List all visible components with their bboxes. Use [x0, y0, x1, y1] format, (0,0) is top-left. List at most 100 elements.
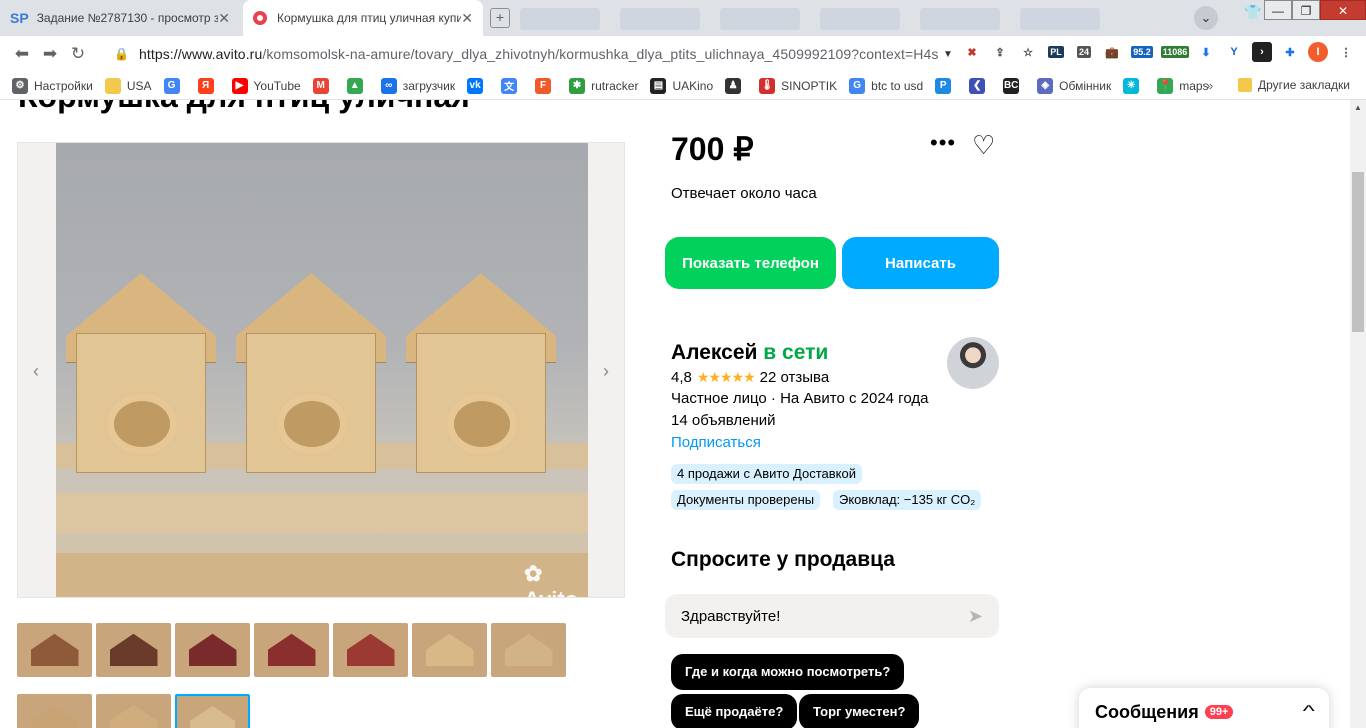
page-scrollbar[interactable]: ▲ — [1350, 100, 1366, 728]
photo-thumbnail[interactable] — [175, 623, 250, 677]
write-message-button[interactable]: Написать — [842, 237, 999, 289]
translate-icon: 文 — [501, 77, 518, 94]
tab-task[interactable]: SP Задание №2787130 - просмотр з ✕ — [0, 0, 240, 36]
messages-widget[interactable]: Сообщения 99+ ^ — [1079, 688, 1329, 728]
extension-24-icon[interactable]: 24 — [1074, 42, 1094, 62]
bookmark-item[interactable]: ▤ UAKino — [650, 77, 713, 94]
quick-question-chip[interactable]: Ещё продаёте? — [671, 694, 798, 728]
bookmark-item[interactable]: ❮ — [969, 77, 991, 94]
more-options-icon[interactable]: ••• — [930, 130, 956, 156]
share-icon[interactable]: ⇪ — [990, 42, 1010, 62]
gallery-next-icon[interactable]: › — [592, 343, 620, 399]
seller-name[interactable]: Алексей в сети — [671, 341, 828, 365]
close-window-button[interactable]: ✕ — [1320, 0, 1366, 20]
bookmark-item[interactable]: ✱ rutracker — [569, 77, 638, 94]
online-status: в сети — [763, 341, 829, 364]
photo-gallery[interactable]: ‹ ✿ Avito › — [17, 142, 625, 598]
address-bar[interactable]: 🔒 https://www.avito.ru/komsomolsk-na-amu… — [100, 40, 958, 68]
browser-toolbar: ⬅ ➡ ↻ 🔒 https://www.avito.ru/komsomolsk-… — [0, 36, 1366, 72]
bookmark-item[interactable]: G — [163, 77, 186, 94]
forward-arrow-icon[interactable]: ➡ — [36, 44, 64, 64]
bookmark-item[interactable]: ♟ — [725, 77, 747, 94]
show-phone-button[interactable]: Показать телефон — [665, 237, 836, 289]
bookmark-item[interactable]: ◈ Обмінник — [1037, 77, 1111, 94]
photo-thumbnail[interactable] — [333, 623, 408, 677]
seller-type: Частное лицо · На Авито с 2024 года — [671, 390, 929, 407]
messages-label: Сообщения — [1095, 701, 1199, 722]
ask-message-input[interactable]: Здравствуйте! ➤ — [665, 594, 999, 638]
bookmark-item[interactable]: ✳ — [1123, 77, 1145, 94]
bitcoin-extension-icon[interactable]: 11086 — [1160, 42, 1190, 62]
bookmark-item[interactable]: BC — [1003, 77, 1025, 94]
page-viewport: Кормушка для птиц уличная ‹ ✿ Avito › 70… — [0, 100, 1350, 728]
new-tab-button[interactable]: + — [490, 8, 510, 28]
bookmark-item[interactable]: 🌡 SINOPTIK — [759, 77, 837, 94]
puzzle-icon[interactable]: ✚ — [1280, 42, 1300, 62]
photo-thumbnail[interactable] — [96, 694, 171, 728]
bookmark-item[interactable]: USA — [104, 77, 152, 94]
bookmark-star-icon[interactable]: ☆ — [1018, 42, 1038, 62]
quick-question-chip[interactable]: Торг уместен? — [799, 694, 920, 728]
avito-watermark: ✿ Avito — [524, 561, 578, 597]
seller-rating[interactable]: 4,8 ★★★★★ 22 отзыва — [671, 369, 829, 386]
chevron-up-icon[interactable]: ^ — [1303, 703, 1315, 721]
close-tab-icon[interactable]: ✕ — [218, 10, 230, 27]
bookmark-item[interactable]: 📍 maps — [1157, 77, 1209, 94]
briefcase-icon[interactable]: 💼 — [1102, 42, 1122, 62]
reviews-link[interactable]: 22 отзыва — [760, 369, 830, 386]
seller-ads-count[interactable]: 14 объявлений — [671, 412, 776, 429]
bookmark-item[interactable]: Gbtc to usd — [849, 77, 923, 94]
bookmark-item[interactable]: M — [312, 77, 335, 94]
reply-time-text: Отвечает около часа — [671, 185, 817, 202]
bookmark-item[interactable]: ∞ загрузчик — [380, 77, 455, 94]
youtube-icon: ▶ — [231, 77, 248, 94]
vpn-extension-icon[interactable]: PL — [1046, 42, 1066, 62]
reload-icon[interactable]: ↻ — [64, 44, 92, 64]
bookmark-item[interactable]: ⚙ Настройки — [12, 77, 93, 94]
menu-dots-icon[interactable]: ⋮ — [1336, 42, 1356, 62]
bookmark-item[interactable]: 文 — [501, 77, 523, 94]
photo-thumbnail[interactable] — [254, 623, 329, 677]
subscribe-link[interactable]: Подписаться — [671, 434, 761, 451]
bookmark-item[interactable]: F — [535, 77, 557, 94]
gmail-icon: M — [312, 77, 329, 94]
tab-avito[interactable]: Кормушка для птиц уличная купи ✕ — [243, 0, 483, 36]
rating-value: 4,8 — [671, 369, 692, 386]
send-icon[interactable]: ➤ — [968, 606, 983, 627]
bookmark-item[interactable]: ▶ YouTube — [231, 77, 301, 94]
gallery-prev-icon[interactable]: ‹ — [22, 343, 50, 399]
photo-thumbnail[interactable] — [491, 623, 566, 677]
bookmark-item[interactable]: ▲ — [346, 77, 369, 94]
close-tab-icon[interactable]: ✕ — [461, 10, 473, 27]
y-extension-icon[interactable]: Y — [1224, 42, 1244, 62]
extension-95-icon[interactable]: 95.2 — [1130, 42, 1154, 62]
bookmark-item[interactable]: vk — [467, 77, 489, 94]
back-arrow-icon[interactable]: ⬅ — [8, 44, 36, 64]
photo-thumbnail[interactable] — [412, 623, 487, 677]
main-photo[interactable]: ✿ Avito — [56, 143, 588, 597]
bookmarks-more-button[interactable]: » — [1206, 78, 1213, 93]
photo-thumbnail[interactable] — [17, 694, 92, 728]
tab-search-chevron-icon[interactable]: ⌄ — [1194, 6, 1218, 30]
bc-icon: BC — [1003, 77, 1020, 94]
bookmark-item[interactable]: P — [935, 77, 957, 94]
url-dropdown-icon[interactable]: ▼ — [943, 49, 953, 60]
scrollbar-thumb[interactable] — [1352, 172, 1364, 332]
download-icon[interactable]: ⬇ — [1196, 42, 1216, 62]
profile-avatar-icon[interactable]: I — [1308, 42, 1328, 62]
photo-thumbnail[interactable] — [96, 623, 171, 677]
terminal-extension-icon[interactable]: › — [1252, 42, 1272, 62]
other-bookmarks[interactable]: Другие закладки — [1238, 78, 1350, 92]
maximize-button[interactable]: ❐ — [1292, 0, 1320, 20]
seller-avatar[interactable] — [947, 337, 999, 389]
blocked-popup-icon[interactable]: ✖ — [962, 42, 982, 62]
photo-thumbnail[interactable] — [17, 623, 92, 677]
bookmark-item[interactable]: Я — [197, 77, 220, 94]
exchange-icon: ◈ — [1037, 77, 1054, 94]
minimize-button[interactable]: — — [1264, 0, 1292, 20]
photo-thumbnail[interactable] — [175, 694, 250, 728]
lock-icon: 🔒 — [114, 47, 129, 61]
favorite-heart-icon[interactable]: ♡ — [972, 130, 995, 161]
scroll-up-icon[interactable]: ▲ — [1350, 100, 1366, 116]
quick-question-chip[interactable]: Где и когда можно посмотреть? — [671, 654, 905, 690]
